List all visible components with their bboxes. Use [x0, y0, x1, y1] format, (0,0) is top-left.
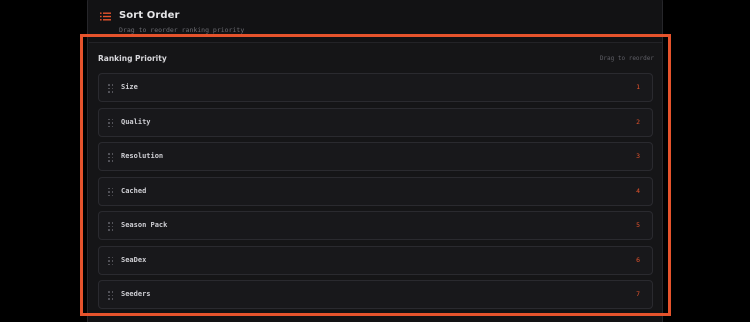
panel-title: Ranking Priority [98, 54, 167, 63]
priority-item-size[interactable]: Size 1 [98, 73, 653, 102]
list-icon [100, 12, 111, 21]
priority-rank: 5 [636, 221, 640, 229]
drag-hint: Drag to reorder [599, 55, 654, 62]
drag-handle-icon[interactable] [108, 187, 114, 197]
priority-rank: 7 [636, 290, 640, 298]
priority-rank: 2 [636, 117, 640, 126]
priority-item-seeders[interactable]: Seeders 7 [98, 280, 653, 309]
section-title: Sort Order [119, 10, 180, 21]
section-header: Sort Order Drag to reorder ranking prior… [100, 7, 650, 37]
priority-item-resolution[interactable]: Resolution 3 [98, 142, 653, 171]
priority-item-quality[interactable]: Quality 2 [98, 107, 653, 137]
page: Sort Order Drag to reorder ranking prior… [0, 0, 750, 322]
priority-item-label: Size [121, 83, 138, 91]
drag-handle-icon[interactable] [108, 222, 114, 231]
drag-handle-icon[interactable] [108, 256, 114, 266]
priority-item-label: Quality [121, 117, 151, 126]
priority-item-label: Season Pack [121, 221, 168, 229]
priority-rank: 6 [636, 255, 640, 264]
drag-handle-icon[interactable] [108, 84, 114, 93]
priority-rank: 3 [636, 152, 640, 160]
ranking-priority-panel: Ranking Priority Drag to reorder Size 1 … [89, 42, 662, 310]
priority-rank: 4 [636, 186, 640, 195]
priority-item-label: SeaDex [121, 255, 147, 264]
section-subtitle: Drag to reorder ranking priority [119, 26, 245, 34]
drag-handle-icon[interactable] [108, 153, 114, 162]
priority-item-label: Cached [121, 186, 147, 195]
drag-handle-icon[interactable] [108, 291, 114, 300]
priority-item-seadex[interactable]: SeaDex 6 [98, 245, 653, 275]
priority-item-label: Resolution [121, 152, 164, 160]
drag-handle-icon[interactable] [108, 118, 114, 128]
priority-item-label: Seeders [121, 290, 151, 298]
priority-item-cached[interactable]: Cached 4 [98, 176, 653, 206]
priority-item-season-pack[interactable]: Season Pack 5 [98, 211, 653, 240]
priority-rank: 1 [636, 83, 640, 91]
priority-list: Size 1 Quality 2 Resolution 3 Cached 4 S… [98, 73, 653, 315]
